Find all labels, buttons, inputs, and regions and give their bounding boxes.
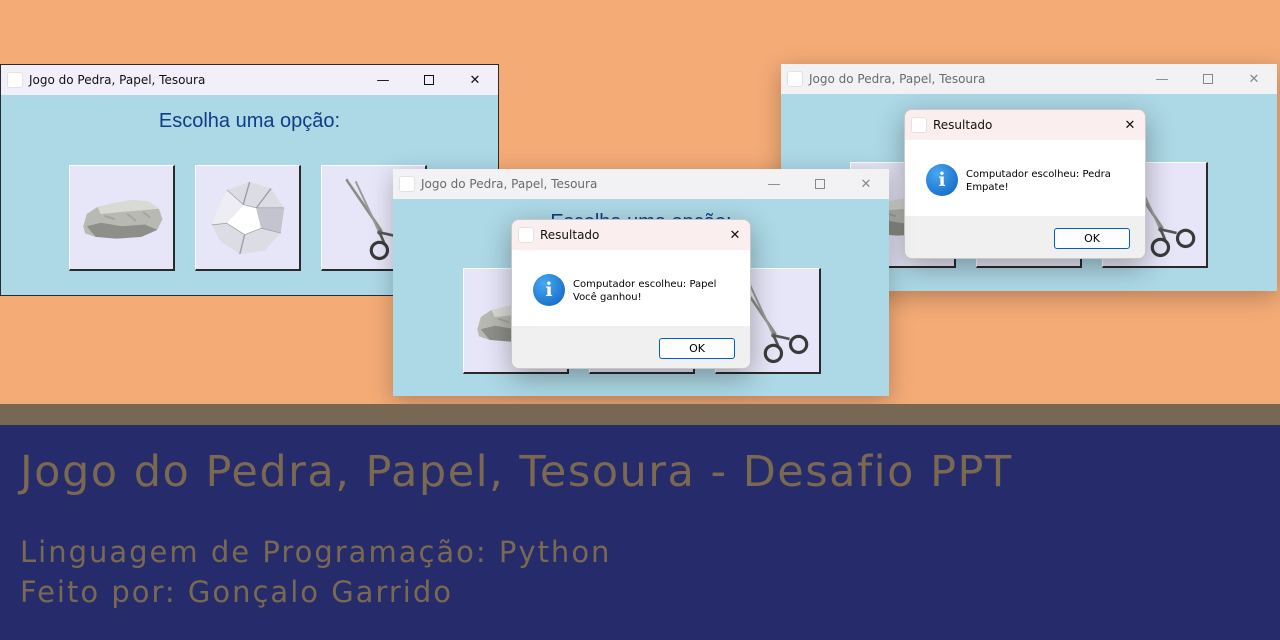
close-button[interactable]: ✕ xyxy=(843,169,889,199)
dialog-close-button[interactable]: ✕ xyxy=(1115,110,1145,140)
window-titlebar[interactable]: Jogo do Pedra, Papel, Tesoura — ✕ xyxy=(393,169,889,199)
minimize-button[interactable]: — xyxy=(751,169,797,199)
dialog-titlebar[interactable]: Resultado ✕ xyxy=(512,220,750,250)
ok-button[interactable]: OK xyxy=(1054,228,1130,249)
close-button[interactable]: ✕ xyxy=(452,65,498,95)
maximize-button[interactable] xyxy=(406,65,452,95)
window-controls: — ✕ xyxy=(360,65,498,95)
result-text: Você ganhou! xyxy=(573,292,642,303)
dialog-title: Resultado xyxy=(540,228,600,242)
app-icon xyxy=(911,117,927,133)
result-text: Empate! xyxy=(966,182,1009,193)
rock-button[interactable] xyxy=(69,165,175,271)
choose-option-heading: Escolha uma opção: xyxy=(158,110,341,132)
dialog-close-button[interactable]: ✕ xyxy=(720,220,750,250)
result-dialog-tie: Resultado ✕ i Computador escolheu: Pedra… xyxy=(904,109,1146,259)
close-icon: ✕ xyxy=(860,176,872,192)
dialog-title: Resultado xyxy=(933,118,993,132)
maximize-button[interactable] xyxy=(1185,64,1231,94)
window-title: Jogo do Pedra, Papel, Tesoura xyxy=(809,72,986,86)
maximize-icon xyxy=(424,75,434,85)
ok-button[interactable]: OK xyxy=(659,338,735,359)
maximize-icon xyxy=(1203,74,1213,84)
result-dialog-win: Resultado ✕ i Computador escolheu: Papel… xyxy=(511,219,751,369)
dialog-message: Computador escolheu: Papel Você ganhou! xyxy=(573,278,716,304)
banner-title: Jogo do Pedra, Papel, Tesoura - Desafio … xyxy=(20,447,1013,497)
close-icon: ✕ xyxy=(469,72,481,88)
author-text: Feito por: Gonçalo Garrido xyxy=(20,575,453,609)
window-title: Jogo do Pedra, Papel, Tesoura xyxy=(29,73,206,87)
crumpled-paper-icon xyxy=(207,177,289,259)
rock-icon xyxy=(78,190,166,245)
divider-strip xyxy=(0,404,1280,425)
window-title: Jogo do Pedra, Papel, Tesoura xyxy=(421,177,598,191)
window-titlebar[interactable]: Jogo do Pedra, Papel, Tesoura — ✕ xyxy=(781,64,1277,94)
window-controls: — ✕ xyxy=(751,169,889,199)
app-icon xyxy=(787,71,803,87)
computer-choice-text: Computador escolheu: Papel xyxy=(573,279,717,290)
paper-button[interactable] xyxy=(195,165,301,271)
maximize-button[interactable] xyxy=(797,169,843,199)
close-icon: ✕ xyxy=(1124,117,1136,133)
close-button[interactable]: ✕ xyxy=(1231,64,1277,94)
info-icon: i xyxy=(926,164,958,196)
dialog-footer: OK xyxy=(905,216,1145,258)
dialog-body: i Computador escolheu: Pedra Empate! xyxy=(905,140,1145,218)
dialog-titlebar[interactable]: Resultado ✕ xyxy=(905,110,1145,140)
close-icon: ✕ xyxy=(729,227,741,243)
dialog-body: i Computador escolheu: Papel Você ganhou… xyxy=(512,250,750,328)
minimize-button[interactable]: — xyxy=(360,65,406,95)
maximize-icon xyxy=(815,179,825,189)
app-icon xyxy=(7,72,23,88)
minimize-icon: — xyxy=(376,72,390,88)
minimize-icon: — xyxy=(1155,71,1169,87)
dialog-footer: OK xyxy=(512,326,750,368)
close-icon: ✕ xyxy=(1248,71,1260,87)
dialog-message: Computador escolheu: Pedra Empate! xyxy=(966,168,1111,194)
info-icon: i xyxy=(533,274,565,306)
info-banner: Jogo do Pedra, Papel, Tesoura - Desafio … xyxy=(0,425,1280,640)
minimize-button[interactable]: — xyxy=(1139,64,1185,94)
window-controls: — ✕ xyxy=(1139,64,1277,94)
computer-choice-text: Computador escolheu: Pedra xyxy=(966,169,1111,180)
app-icon xyxy=(399,176,415,192)
app-icon xyxy=(518,227,534,243)
minimize-icon: — xyxy=(767,176,781,192)
language-text: Linguagem de Programação: Python xyxy=(20,535,612,569)
window-titlebar[interactable]: Jogo do Pedra, Papel, Tesoura — ✕ xyxy=(1,65,498,95)
